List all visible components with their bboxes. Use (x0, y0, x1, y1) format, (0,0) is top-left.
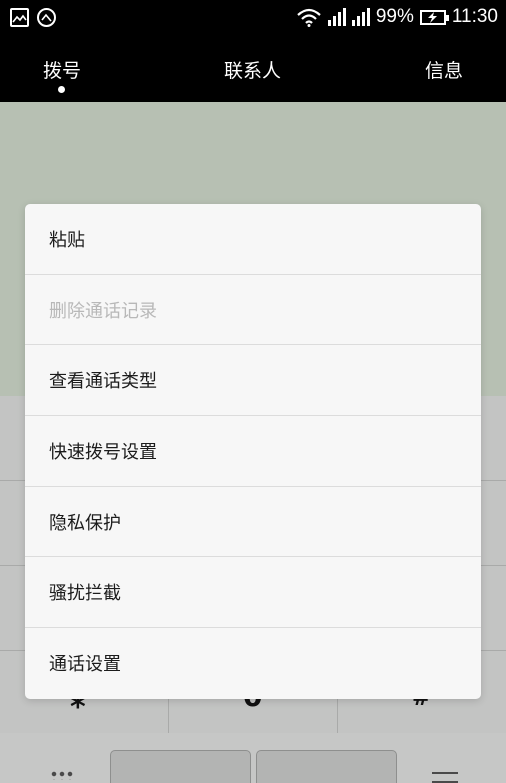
context-menu: 粘贴 删除通话记录 查看通话类型 快速拨号设置 隐私保护 骚扰拦截 通话设置 (25, 204, 481, 699)
dialer-bottom-bar (0, 733, 506, 783)
dialpad-toggle-icon[interactable] (50, 770, 74, 780)
menu-item-view-call-type[interactable]: 查看通话类型 (25, 345, 481, 417)
signal-icon (351, 8, 370, 26)
menu-item-delete-call-log: 删除通话记录 (25, 275, 481, 346)
battery-charging-icon (419, 9, 449, 25)
tab-bar: 拨号 联系人 信息 (0, 36, 506, 102)
menu-item-harassment-blocking[interactable]: 骚扰拦截 (25, 557, 481, 629)
call-sim1-button[interactable] (110, 750, 251, 783)
clock: 11:30 (451, 6, 498, 27)
menu-item-speed-dial-settings[interactable]: 快速拨号设置 (25, 416, 481, 487)
menu-icon[interactable] (432, 772, 458, 783)
signal-icon (327, 8, 346, 26)
gallery-icon (10, 8, 29, 27)
tab-messages[interactable]: 信息 (425, 56, 463, 83)
status-bar-left-icons (10, 8, 56, 27)
wifi-icon (297, 8, 321, 27)
menu-item-call-settings[interactable]: 通话设置 (25, 628, 481, 699)
active-tab-indicator (58, 86, 65, 93)
sync-icon (37, 8, 56, 27)
status-bar-right: 99% 11:30 (296, 6, 498, 28)
status-bar: 99% 11:30 (0, 0, 506, 36)
call-sim2-button[interactable] (256, 750, 397, 783)
tab-dialpad[interactable]: 拨号 (43, 56, 81, 83)
tab-contacts[interactable]: 联系人 (224, 56, 281, 83)
menu-item-paste[interactable]: 粘贴 (25, 204, 481, 275)
menu-item-privacy-protection[interactable]: 隐私保护 (25, 487, 481, 558)
battery-percent: 99% (375, 6, 414, 27)
